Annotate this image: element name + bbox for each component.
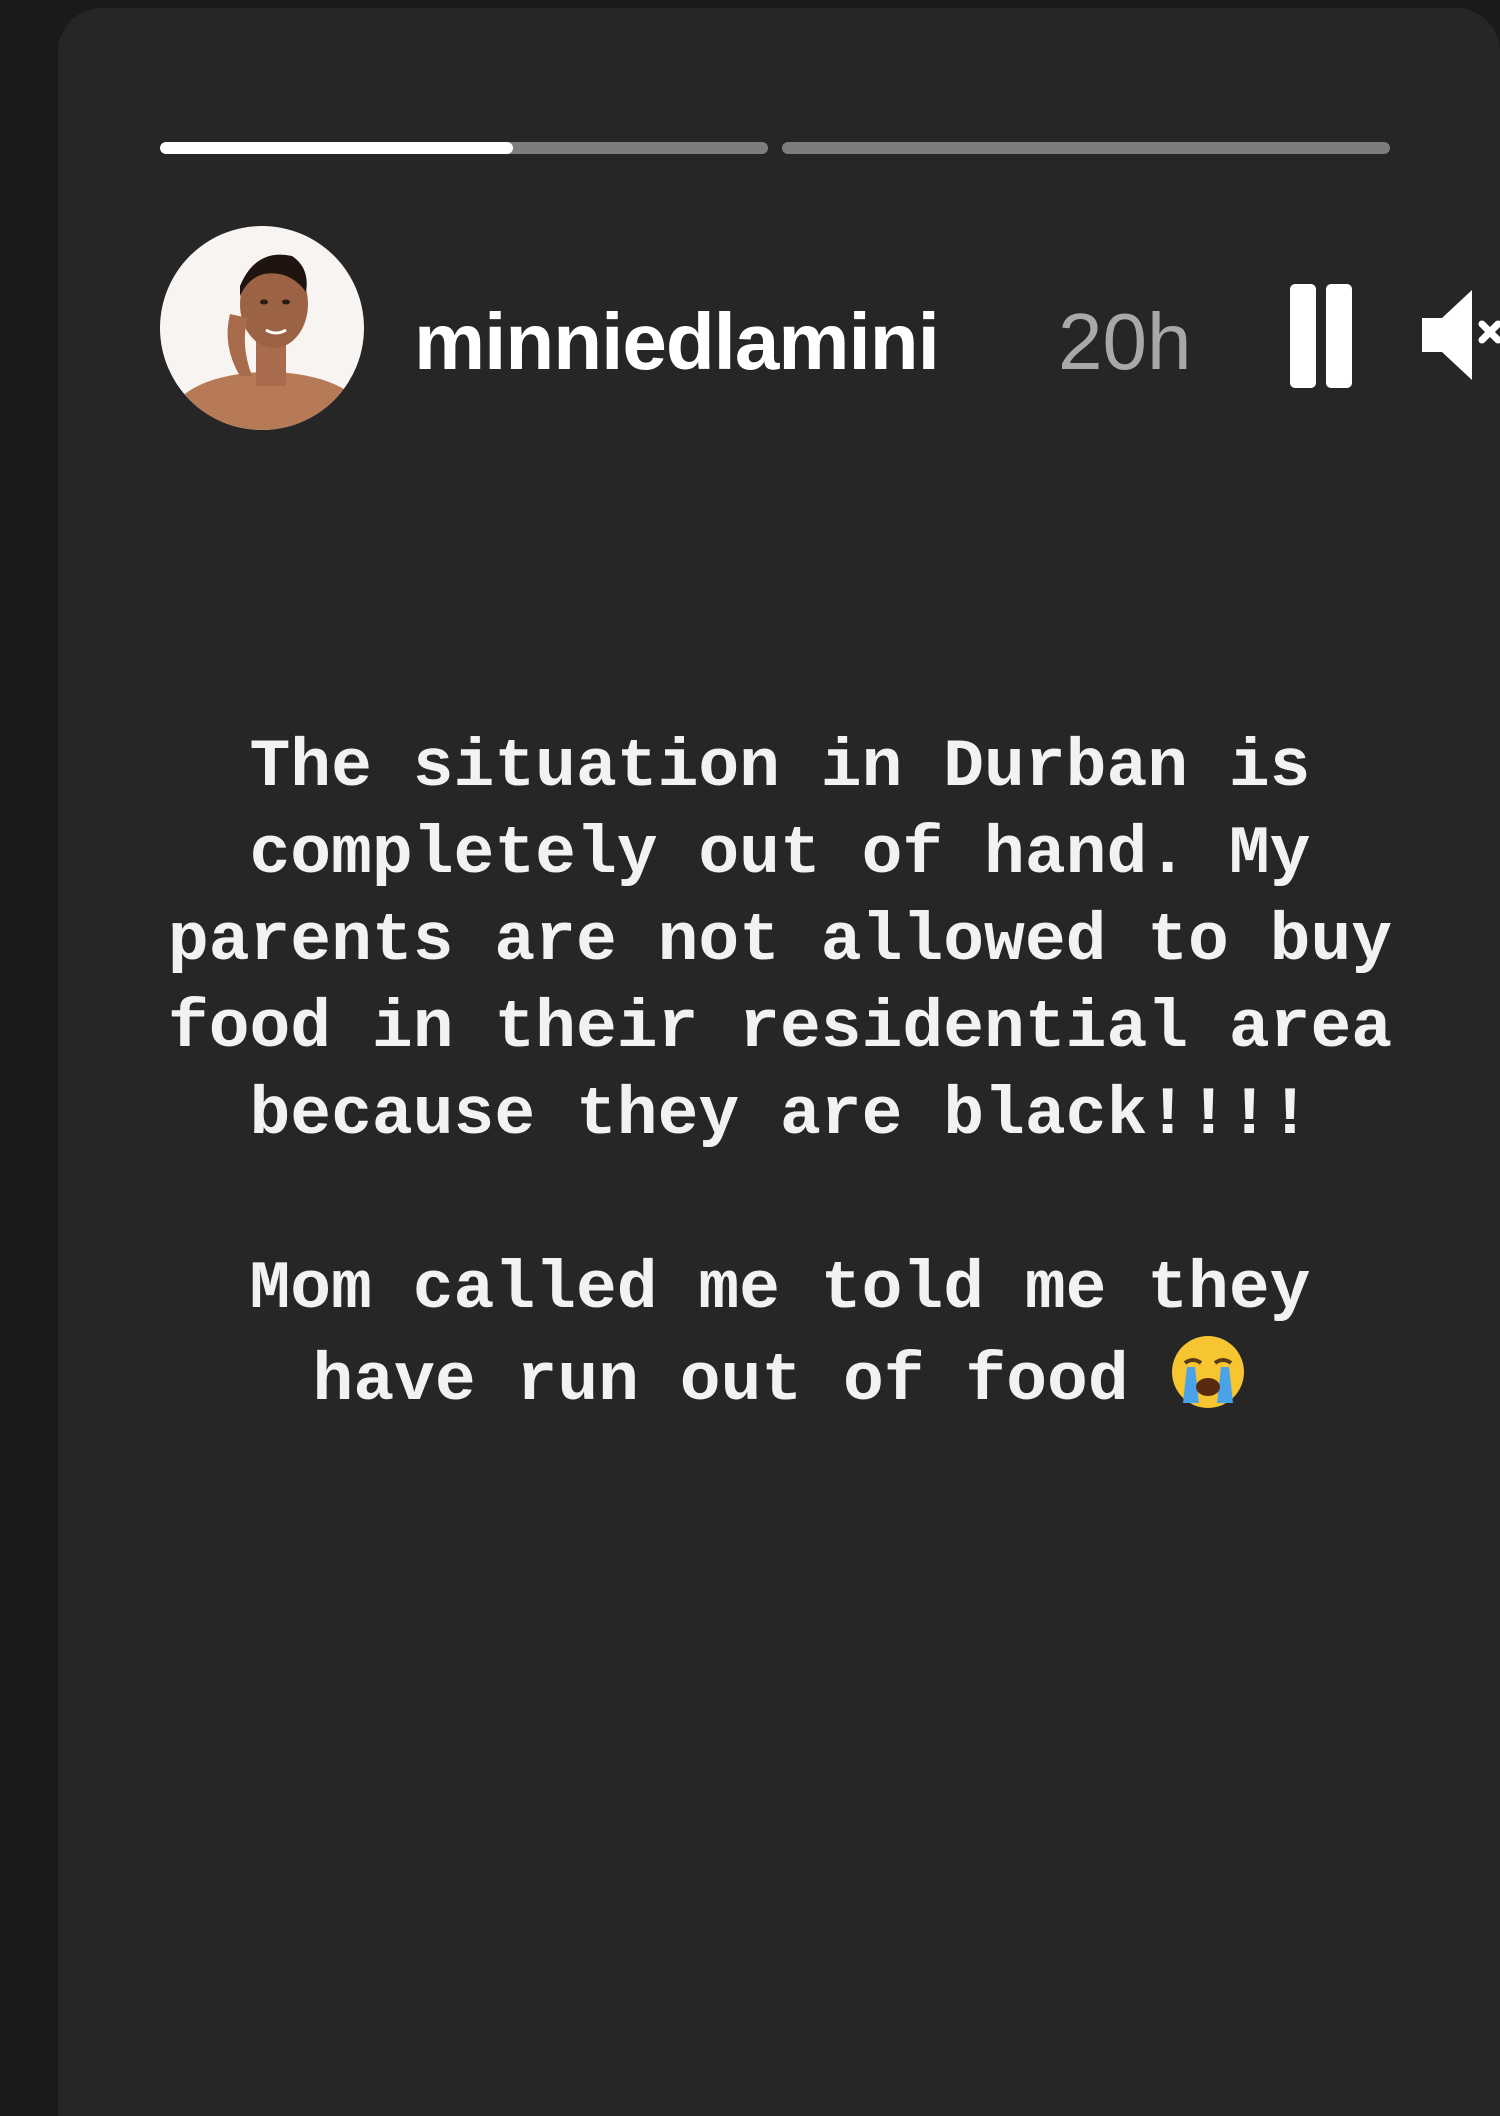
- story-paragraph-1: The situation in Durban is completely ou…: [167, 729, 1393, 1154]
- avatar[interactable]: [160, 226, 364, 430]
- story-text: The situation in Durban is completely ou…: [160, 724, 1400, 1425]
- story-paragraph-2: Mom called me told me they have run out …: [160, 1246, 1400, 1425]
- progress-fill-1: [160, 142, 513, 154]
- story-card[interactable]: minniedlamini 20h The situation in Durba…: [58, 8, 1500, 2116]
- post-time: 20h: [1058, 297, 1192, 386]
- story-paragraph-2-text: Mom called me told me they have run out …: [249, 1251, 1311, 1420]
- pause-icon: [1290, 284, 1316, 388]
- progress-segment-1[interactable]: [160, 142, 768, 154]
- username-link[interactable]: minniedlamini: [414, 294, 940, 390]
- pause-icon-bar: [1326, 284, 1352, 388]
- progress-segment-2[interactable]: [782, 142, 1390, 154]
- avatar-image: [160, 226, 364, 430]
- story-viewer: minniedlamini 20h The situation in Durba…: [0, 0, 1500, 2116]
- pause-button[interactable]: [1284, 284, 1356, 388]
- speaker-muted-icon: [1422, 290, 1500, 380]
- mute-button[interactable]: [1418, 280, 1500, 390]
- loudly-crying-face-emoji: [1169, 1333, 1247, 1411]
